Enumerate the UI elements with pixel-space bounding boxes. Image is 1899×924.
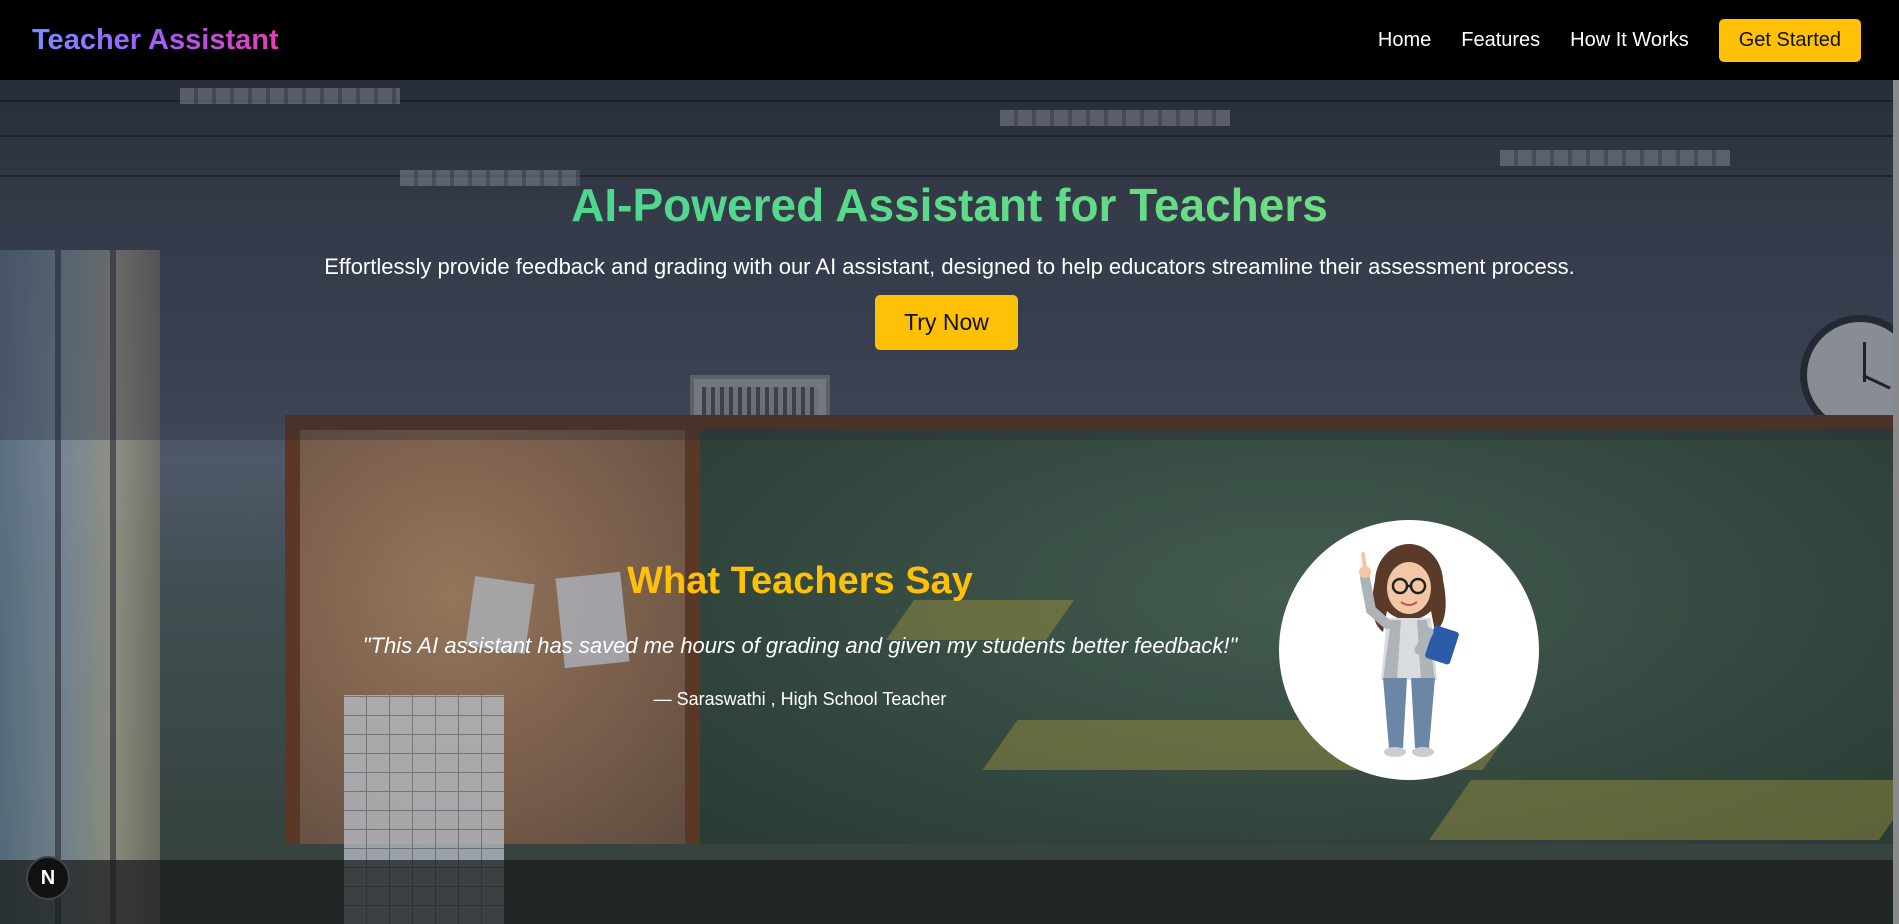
- nav-link-features[interactable]: Features: [1461, 29, 1540, 52]
- dev-tools-badge[interactable]: N: [26, 856, 70, 900]
- brand-logo[interactable]: Teacher Assistant: [32, 24, 279, 57]
- try-now-button[interactable]: Try Now: [875, 295, 1018, 350]
- testimonial-section: What Teachers Say "This AI assistant has…: [330, 560, 1270, 710]
- scrollbar[interactable]: [1893, 80, 1899, 924]
- bottom-overlay: [0, 860, 1899, 924]
- hero-section: AI-Powered Assistant for Teachers Effort…: [0, 80, 1899, 440]
- nav-link-how-it-works[interactable]: How It Works: [1570, 29, 1689, 52]
- testimonial-quote: "This AI assistant has saved me hours of…: [362, 633, 1238, 658]
- hero-subtitle: Effortlessly provide feedback and gradin…: [324, 254, 1575, 279]
- nav-link-home[interactable]: Home: [1378, 29, 1431, 52]
- navbar: Teacher Assistant Home Features How It W…: [0, 0, 1899, 80]
- hero-title: AI-Powered Assistant for Teachers: [0, 178, 1899, 232]
- get-started-button[interactable]: Get Started: [1718, 18, 1861, 62]
- testimonial-heading: What Teachers Say: [627, 560, 973, 602]
- testimonial-author: — Saraswathi , High School Teacher: [653, 689, 947, 709]
- nav-links: Home Features How It Works Get Started: [1348, 18, 1861, 62]
- teacher-avatar: [1279, 520, 1539, 780]
